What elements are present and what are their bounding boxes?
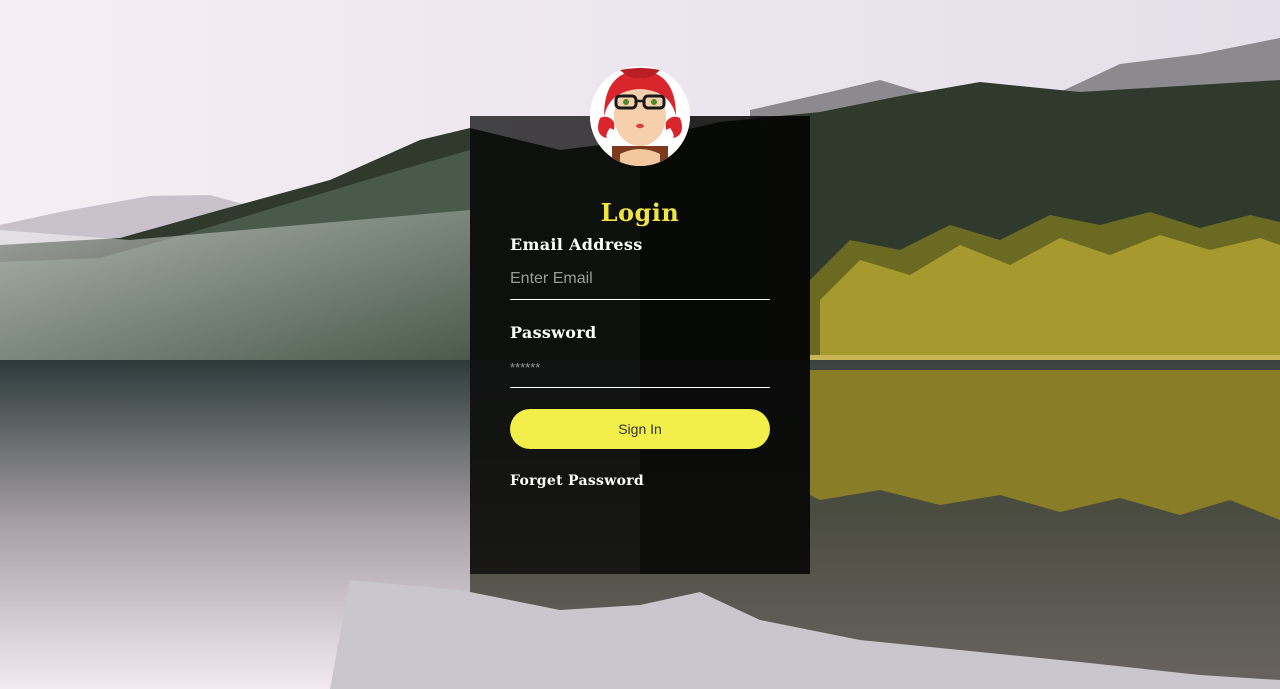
- email-field[interactable]: [510, 266, 770, 300]
- forget-password-link[interactable]: Forget Password: [510, 473, 644, 489]
- login-panel: [470, 116, 810, 574]
- login-title: Login: [600, 198, 680, 227]
- password-field[interactable]: [510, 354, 770, 388]
- sign-in-button[interactable]: Sign In: [510, 409, 770, 449]
- email-label: Email Address: [510, 235, 643, 254]
- password-label: Password: [510, 323, 597, 342]
- login-page: Login Email Address Password Sign In For…: [0, 0, 1280, 689]
- avatar-icon: [590, 66, 690, 166]
